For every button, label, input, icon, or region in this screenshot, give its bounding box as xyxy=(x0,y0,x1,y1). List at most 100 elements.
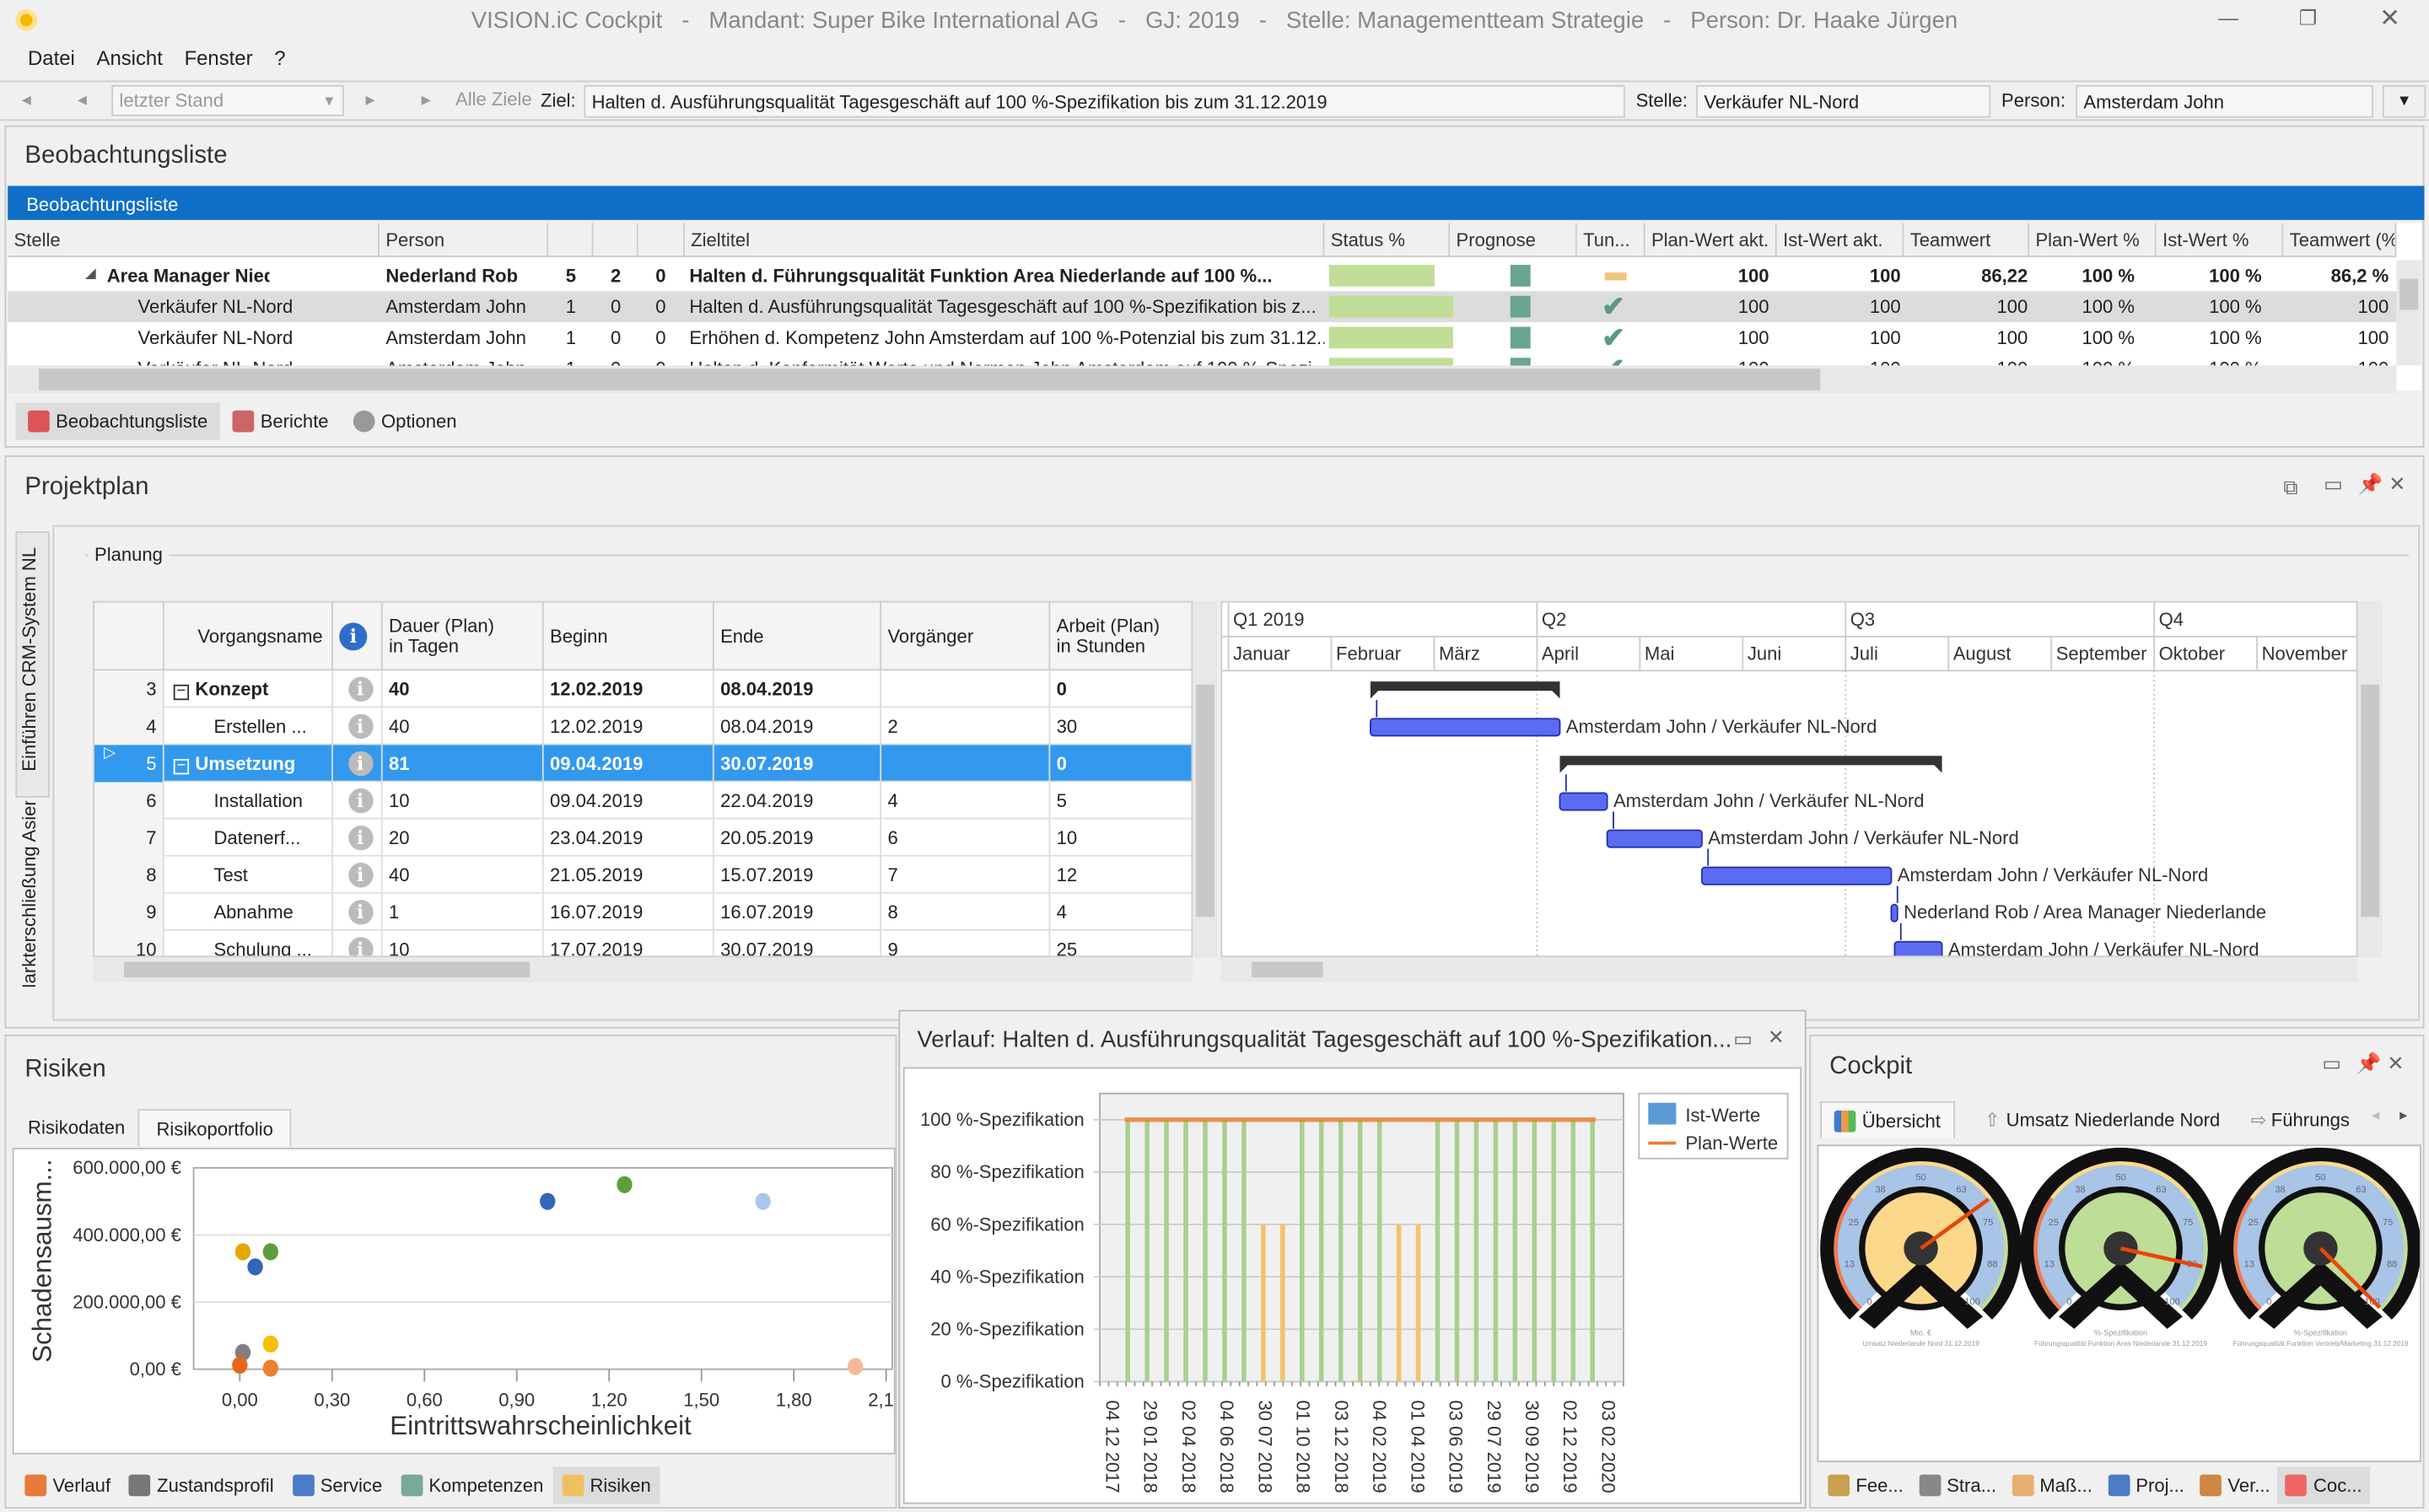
tab-risikoportfolio[interactable]: Risikoportfolio xyxy=(137,1109,292,1147)
next-button[interactable]: ▸ xyxy=(365,89,374,110)
close-button[interactable]: ✕ xyxy=(2387,1052,2404,1076)
tab-beobachtungsliste[interactable]: Beobachtungsliste xyxy=(15,402,220,440)
cell-arbeit: 4 xyxy=(1050,894,1191,931)
bottom-tab[interactable]: Fee... xyxy=(1820,1466,1911,1504)
bottom-tab[interactable]: Zustandsprofil xyxy=(120,1466,283,1504)
tab-umsatz[interactable]: ⇧ Umsatz Niederlande Nord xyxy=(1972,1101,2232,1138)
table-row[interactable]: Verkäufer NL-NordAmsterdam John100Halten… xyxy=(8,291,2397,323)
bottom-tab[interactable]: Maß... xyxy=(2004,1466,2100,1504)
column-header[interactable]: Teamwert xyxy=(1904,223,2030,257)
maximize-button[interactable]: ▭ xyxy=(2322,1052,2341,1076)
collapse-icon[interactable]: − xyxy=(173,758,190,775)
column-header[interactable]: Arbeit (Plan) in Stunden xyxy=(1050,602,1191,670)
gantt-chart[interactable]: Q1 2019 Q2 Q3 Q4 Januar Februar März April Mai Ju… xyxy=(1220,600,2358,958)
close-button[interactable]: ✕ xyxy=(1768,1025,1785,1050)
pin-icon[interactable]: 📌 xyxy=(2356,1052,2382,1076)
tab-optionen[interactable]: Optionen xyxy=(341,403,469,440)
column-header[interactable]: Status % xyxy=(1324,223,1451,257)
bottom-tab[interactable]: Kompetenzen xyxy=(391,1466,552,1504)
tab-scroll-right[interactable]: ▸ xyxy=(2399,1107,2407,1124)
bottom-tab[interactable]: Stra... xyxy=(1911,1466,2004,1504)
x-tick-label: 04 06 2018 xyxy=(1216,1400,1237,1493)
month-label: Januar xyxy=(1233,643,1290,664)
task-row[interactable]: 10 Schulung ... i 10 17.07.2019 30.07.2019 9 25 xyxy=(94,930,1192,956)
stand-select[interactable]: letzter Stand ▼ xyxy=(111,85,344,116)
prev-button[interactable]: ◂ xyxy=(78,89,87,110)
dropdown-button[interactable]: ▼ xyxy=(2382,85,2426,118)
legend-label: Ist-Werte xyxy=(1685,1105,1760,1126)
first-button[interactable]: ◂ xyxy=(22,89,31,110)
column-header[interactable]: Plan-Wert akt. xyxy=(1645,223,1777,257)
menu-ansicht[interactable]: Ansicht xyxy=(97,46,163,74)
side-tab-crm[interactable]: Einführen CRM-System NL xyxy=(15,530,50,798)
task-row[interactable]: 7 Datenerf... i 20 23.04.2019 20.05.2019 6 10 xyxy=(94,819,1192,857)
column-header[interactable]: Vorgänger xyxy=(881,602,1051,671)
column-header[interactable]: Ist-Wert akt. xyxy=(1776,223,1904,257)
column-header[interactable] xyxy=(638,223,685,257)
gantt-horizontal-scrollbar[interactable] xyxy=(1220,957,2358,982)
column-header[interactable]: i xyxy=(333,602,383,671)
column-header[interactable]: Vorgangsname xyxy=(164,602,333,671)
column-header[interactable]: Zieltitel xyxy=(684,223,1325,257)
pin-icon[interactable]: 📌 xyxy=(2358,472,2383,497)
ziel-field[interactable]: Halten d. Ausführungsqualität Tagesgesch… xyxy=(584,85,1625,118)
restore-button[interactable]: ❐ xyxy=(2299,6,2317,30)
vertical-scrollbar[interactable] xyxy=(1193,600,1218,958)
bottom-tab[interactable]: Risiken xyxy=(552,1466,660,1504)
task-name-cell: Test xyxy=(164,856,333,894)
tab-berichte[interactable]: Berichte xyxy=(220,403,341,440)
column-header[interactable]: Ende xyxy=(714,602,882,671)
gantt-vertical-scrollbar[interactable] xyxy=(2357,600,2383,958)
horizontal-scrollbar[interactable] xyxy=(8,365,2397,394)
close-button[interactable]: ✕ xyxy=(2389,472,2405,497)
copy-icon[interactable]: ⧉ xyxy=(2283,476,2297,500)
task-row[interactable]: 4 Erstellen ... i 40 12.02.2019 08.04.2019 2 30 xyxy=(94,708,1192,745)
menu-fenster[interactable]: Fenster xyxy=(185,46,253,74)
data-point xyxy=(847,1358,864,1375)
bottom-tab[interactable]: Coc... xyxy=(2277,1466,2370,1504)
close-button[interactable]: ✕ xyxy=(2379,3,2400,35)
column-header[interactable] xyxy=(593,223,638,257)
tab-uebersicht[interactable]: Übersicht xyxy=(1820,1100,1955,1138)
column-header[interactable]: Beginn xyxy=(544,602,714,671)
tab-risikodaten[interactable]: Risikodaten xyxy=(15,1109,137,1146)
column-header[interactable]: Dauer (Plan) in Tagen xyxy=(383,602,544,671)
task-row[interactable]: 6 Installation i 10 09.04.2019 22.04.2019 4 5 xyxy=(94,782,1192,820)
column-header[interactable]: Teamwert (%) xyxy=(2283,223,2397,257)
bottom-tab[interactable]: Proj... xyxy=(2100,1466,2192,1504)
column-header[interactable]: Ist-Wert % xyxy=(2156,223,2284,257)
menu-help[interactable]: ? xyxy=(274,46,285,74)
column-header[interactable]: Person xyxy=(379,223,549,257)
tab-fuehrung[interactable]: ⇨ Führungs xyxy=(2238,1101,2368,1138)
column-header[interactable] xyxy=(548,223,594,257)
minimize-button[interactable]: — xyxy=(2218,6,2238,30)
stelle-field[interactable]: Verkäufer NL-Nord xyxy=(1696,85,1991,118)
column-header[interactable]: Stelle xyxy=(8,223,380,257)
table-row[interactable]: ◢ Area Manager Niederlande Nederland Rob 5 2… xyxy=(8,260,2397,292)
bottom-tab[interactable]: Ver... xyxy=(2192,1466,2278,1504)
task-row[interactable]: 8 Test i 40 21.05.2019 15.07.2019 7 12 xyxy=(94,856,1192,894)
side-tab-asien[interactable]: Markterschließung Asien xyxy=(15,801,49,987)
y-tick-label: 0,00 € xyxy=(130,1359,181,1380)
maximize-button[interactable]: ▭ xyxy=(1733,1027,1753,1052)
task-row[interactable]: 3− Konzept i 40 12.02.2019 08.04.2019 0 xyxy=(94,670,1192,708)
column-header[interactable]: Prognose xyxy=(1450,223,1577,257)
bottom-tab[interactable]: Service xyxy=(283,1466,392,1504)
column-header[interactable] xyxy=(94,602,164,671)
menu-datei[interactable]: Datei xyxy=(28,46,75,74)
column-header[interactable]: Tun... xyxy=(1576,223,1645,257)
vertical-scrollbar[interactable] xyxy=(2396,260,2421,366)
bottom-tab[interactable]: Verlauf xyxy=(15,1466,120,1504)
alle-ziele-button[interactable]: Alle Ziele xyxy=(455,89,532,110)
task-row[interactable]: 5 ▷ − Umsetzung i 81 09.04.2019 30.07.2019 0 xyxy=(94,745,1192,783)
table-row[interactable]: Verkäufer NL-Nord Amsterdam John 1 0 0 Erhöhe… xyxy=(8,322,2397,353)
person-field[interactable]: Amsterdam John xyxy=(2076,85,2373,118)
column-header[interactable]: Plan-Wert % xyxy=(2029,223,2157,257)
task-row[interactable]: 9 Abnahme i 1 16.07.2019 16.07.2019 8 4 xyxy=(94,893,1192,931)
last-button[interactable]: ▸ xyxy=(422,89,431,110)
maximize-button[interactable]: ▭ xyxy=(2324,472,2343,497)
status-progress-bar xyxy=(1328,326,1453,349)
tab-scroll-left[interactable]: ◂ xyxy=(2372,1107,2379,1124)
collapse-icon[interactable]: − xyxy=(173,684,190,701)
horizontal-scrollbar[interactable] xyxy=(93,957,1193,982)
